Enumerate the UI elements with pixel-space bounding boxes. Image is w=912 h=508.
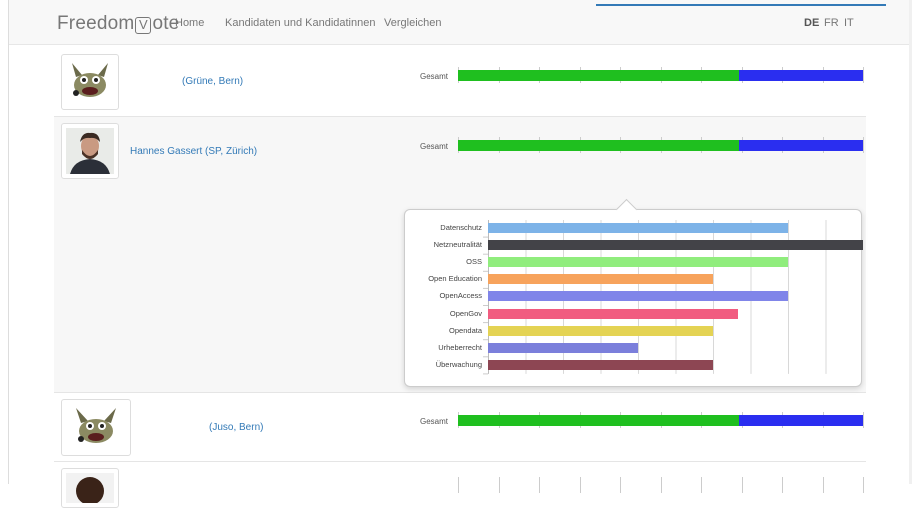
overall-label: Gesamt	[420, 142, 449, 151]
gimp-mascot-icon	[66, 59, 114, 105]
chart-bar[interactable]	[488, 223, 788, 233]
overall-label: Gesamt	[420, 72, 449, 81]
brand-logo[interactable]: Freedom Vote	[57, 13, 179, 35]
chart-bar[interactable]	[488, 257, 788, 268]
chart-category-label: Überwachung	[435, 359, 482, 369]
chart-category-label: Open Education	[428, 274, 482, 284]
overall-bar-agree	[458, 140, 740, 151]
page-frame: Freedom Vote Home Kandidaten und Kandidat…	[8, 0, 912, 508]
candidate-name[interactable]: (Grüne, Bern)	[182, 76, 243, 87]
chart-category-label: Datenschutz	[440, 223, 482, 232]
portrait-photo	[66, 473, 114, 503]
gimp-mascot-icon	[66, 404, 126, 451]
overall-label: Gesamt	[420, 417, 449, 426]
chart-category-label: Urheberrecht	[438, 342, 482, 352]
chart-bar[interactable]	[488, 308, 739, 319]
overall-bar	[458, 137, 864, 153]
brand-text-left: Freedom	[57, 13, 135, 34]
overall-bar	[458, 412, 864, 428]
lang-fr[interactable]: FR	[824, 17, 839, 29]
portrait-photo	[66, 128, 114, 174]
navbar: Freedom Vote Home Kandidaten und Kandidat…	[9, 0, 912, 45]
avatar[interactable]	[61, 468, 119, 508]
lang-it[interactable]: IT	[844, 17, 854, 29]
avatar[interactable]	[61, 399, 131, 456]
candidate-row: (Juso, Bern) Gesamt	[54, 393, 866, 462]
chart-bar[interactable]	[488, 291, 788, 302]
candidate-name[interactable]: (Juso, Bern)	[209, 422, 263, 433]
chart-category-label: Opendata	[449, 325, 482, 335]
chart-category-label: Netzneutralität	[433, 240, 482, 250]
nav-candidates[interactable]: Kandidaten und Kandidatinnen	[225, 17, 375, 29]
overall-bar	[458, 67, 864, 83]
avatar[interactable]	[61, 123, 119, 179]
topic-breakdown-popover: Datenschutz Netzneutralität OSS Open Educat…	[404, 198, 863, 387]
chart-bar[interactable]	[488, 274, 713, 285]
candidate-name[interactable]: Hannes Gassert (SP, Zürich)	[130, 146, 257, 157]
overall-bar-agree	[458, 70, 740, 81]
chart-category-label: OSS	[466, 257, 482, 267]
overall-bar	[458, 477, 864, 493]
brand-check-mark: V	[135, 17, 152, 34]
topic-breakdown-chart: Datenschutz Netzneutralität OSS Open Educat…	[405, 210, 863, 386]
nav-accent-line	[596, 4, 886, 6]
lang-de[interactable]: DE	[804, 17, 819, 29]
chart-bar[interactable]	[488, 325, 713, 336]
chart-category-label: OpenGov	[449, 308, 482, 318]
overall-bar-agree	[458, 415, 740, 426]
candidate-row: (Grüne, Bern) Gesamt	[54, 45, 866, 117]
candidate-row	[54, 462, 866, 508]
overall-bar-rest	[739, 70, 863, 81]
nav-home[interactable]: Home	[175, 17, 204, 29]
chart-category-label: OpenAccess	[439, 291, 482, 301]
overall-bar-rest	[739, 140, 863, 151]
avatar[interactable]	[61, 54, 119, 110]
chart-bar[interactable]	[488, 240, 863, 251]
chart-bar[interactable]	[488, 359, 713, 370]
nav-compare[interactable]: Vergleichen	[384, 17, 442, 29]
chart-bar[interactable]	[488, 342, 638, 353]
overall-bar-rest	[739, 415, 863, 426]
